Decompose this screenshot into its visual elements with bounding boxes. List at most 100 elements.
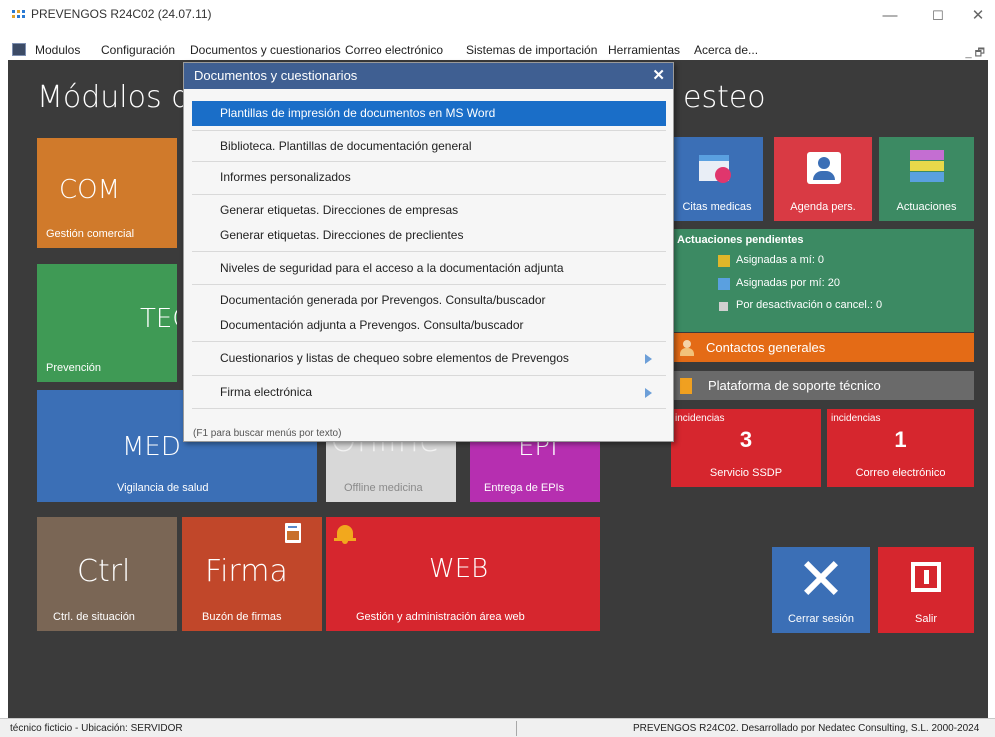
- tile-offline-caption: Offline medicina: [344, 482, 423, 494]
- status-divider: [516, 721, 517, 736]
- status-user-location: técnico ficticio - Ubicación: SERVIDOR: [10, 723, 183, 734]
- menu-item-e-signature-label: Firma electrónica: [220, 385, 313, 399]
- menu-item-labels-companies[interactable]: Generar etiquetas. Direcciones de empres…: [192, 198, 666, 223]
- menu-correo[interactable]: Correo electrónico: [345, 43, 443, 57]
- incidents-email-label: Correo electrónico: [855, 467, 946, 479]
- incidents-ssdp[interactable]: incidencias 3 Servicio SSDP: [671, 409, 821, 487]
- tile-web[interactable]: WEB Gestión y administración área web: [326, 517, 600, 631]
- tile-firma-caption: Buzón de firmas: [202, 611, 282, 623]
- dropdown-close-icon[interactable]: ✕: [652, 63, 665, 89]
- tile-ctrl-title: Ctrl: [77, 554, 131, 589]
- menu-separator: [192, 130, 666, 131]
- maximize-button[interactable]: ☐: [928, 6, 948, 26]
- tile-epi-caption: Entrega de EPIs: [484, 482, 565, 494]
- menu-item-security-levels[interactable]: Niveles de seguridad para el acceso a la…: [192, 256, 666, 281]
- menu-importacion[interactable]: Sistemas de importación: [466, 43, 597, 57]
- menu-configuracion[interactable]: Configuración: [101, 43, 175, 57]
- incidents-ssdp-header: incidencias: [675, 413, 725, 424]
- contacts-strip[interactable]: Contactos generales: [671, 333, 974, 362]
- tile-firma-title: Firma: [205, 554, 288, 589]
- support-label: Plataforma de soporte técnico: [708, 378, 881, 393]
- tile-agenda-caption: Agenda pers.: [790, 201, 856, 213]
- exit-button[interactable]: Salir: [878, 547, 974, 633]
- tile-citas-caption: Citas medicas: [682, 201, 752, 213]
- tile-citas[interactable]: Citas medicas: [671, 137, 763, 221]
- title-bar: PREVENGOS R24C02 (24.07.11) — ☐ ✕: [0, 0, 995, 40]
- menu-item-questionnaires-label: Cuestionarios y listas de chequeo sobre …: [220, 351, 569, 365]
- stop-square-icon: [719, 302, 728, 311]
- tile-actuaciones[interactable]: Actuaciones: [879, 137, 974, 221]
- menu-separator: [192, 341, 666, 342]
- menu-item-custom-reports[interactable]: Informes personalizados: [192, 165, 666, 190]
- tile-web-caption: Gestión y administración área web: [356, 611, 525, 623]
- tile-com[interactable]: COM Gestión comercial: [37, 138, 177, 248]
- dropdown-hint: (F1 para buscar menús por texto): [193, 428, 342, 439]
- menu-separator: [192, 251, 666, 252]
- menu-separator: [192, 194, 666, 195]
- menu-item-labels-preclients[interactable]: Generar etiquetas. Direcciones de precli…: [192, 223, 666, 248]
- tile-com-caption: Gestión comercial: [46, 228, 135, 240]
- tile-tec-caption: Prevención: [46, 362, 102, 374]
- menu-herramientas[interactable]: Herramientas: [608, 43, 680, 57]
- tile-ctrl[interactable]: Ctrl Ctrl. de situación: [37, 517, 177, 631]
- tile-actuaciones-caption: Actuaciones: [896, 201, 957, 213]
- bell-icon: [334, 523, 356, 545]
- assigned-by-me: Asignadas por mí: 20: [736, 277, 840, 289]
- tile-tec[interactable]: TEC Prevención: [37, 264, 177, 382]
- contacts-label: Contactos generales: [706, 340, 826, 355]
- menu-separator: [192, 284, 666, 285]
- submenu-arrow-icon: [645, 354, 652, 364]
- menu-separator: [192, 408, 666, 409]
- menu-item-attached-docs[interactable]: Documentación adjunta a Prevengos. Consu…: [192, 313, 666, 338]
- logout-caption: Cerrar sesión: [787, 613, 855, 625]
- incidents-email[interactable]: incidencias 1 Correo electrónico: [827, 409, 974, 487]
- menu-separator: [192, 161, 666, 162]
- menu-documentos[interactable]: Documentos y cuestionarios: [190, 43, 341, 57]
- contact-card-icon: [807, 152, 841, 184]
- tile-med-title: MED: [122, 432, 181, 462]
- tile-agenda[interactable]: Agenda pers.: [774, 137, 872, 221]
- incidents-ssdp-label: Servicio SSDP: [709, 467, 783, 479]
- tile-tec-title: TEC: [140, 304, 177, 334]
- inbox-down-icon: [718, 255, 730, 267]
- tile-com-title: COM: [59, 175, 121, 205]
- outbox-up-icon: [718, 278, 730, 290]
- tile-web-title: WEB: [429, 554, 489, 584]
- status-bar: técnico ficticio - Ubicación: SERVIDOR P…: [0, 718, 995, 737]
- pending-actions-panel[interactable]: Actuaciones pendientes Asignadas a mí: 0…: [671, 229, 974, 332]
- menu-item-library[interactable]: Biblioteca. Plantillas de documentación …: [192, 134, 666, 159]
- menu-bar: Modulos Configuración Documentos y cuest…: [0, 40, 995, 60]
- menu-item-questionnaires[interactable]: Cuestionarios y listas de chequeo sobre …: [192, 346, 666, 371]
- menu-modulos[interactable]: Modulos: [35, 43, 80, 57]
- dashboard-heading: esteo: [683, 80, 766, 115]
- menu-item-e-signature[interactable]: Firma electrónica: [192, 380, 666, 405]
- tile-med-caption: Vigilancia de salud: [117, 482, 209, 494]
- calendar-icon: [699, 155, 731, 183]
- status-copyright: PREVENGOS R24C02. Desarrollado por Nedat…: [633, 723, 980, 734]
- deactivated-count: Por desactivación o cancel.: 0: [736, 299, 883, 311]
- pending-actions-title: Actuaciones pendientes: [677, 234, 804, 246]
- minimize-button[interactable]: —: [880, 6, 900, 26]
- close-button[interactable]: ✕: [968, 6, 988, 26]
- submenu-arrow-icon: [645, 388, 652, 398]
- logout-button[interactable]: Cerrar sesión: [772, 547, 870, 633]
- menu-acerca[interactable]: Acerca de...: [694, 43, 758, 57]
- dropdown-header: Documentos y cuestionarios ✕: [184, 63, 673, 89]
- system-menu-icon[interactable]: [12, 43, 26, 56]
- incidents-ssdp-count: 3: [739, 427, 753, 452]
- checklist-icon: [910, 150, 944, 182]
- incidents-email-header: incidencias: [831, 413, 881, 424]
- app-icon: [12, 10, 26, 22]
- menu-item-word-templates[interactable]: Plantillas de impresión de documentos en…: [192, 101, 666, 126]
- documents-dropdown: Documentos y cuestionarios ✕ Plantillas …: [183, 62, 674, 442]
- exit-caption: Salir: [914, 613, 937, 625]
- incidents-email-count: 1: [894, 427, 907, 452]
- tile-firma[interactable]: Firma Buzón de firmas: [182, 517, 322, 631]
- close-x-icon: [803, 560, 839, 596]
- window-title: PREVENGOS R24C02 (24.07.11): [31, 7, 212, 21]
- assigned-to-me: Asignadas a mí: 0: [736, 254, 825, 266]
- exit-door-icon: [911, 562, 941, 592]
- support-strip[interactable]: Plataforma de soporte técnico: [671, 371, 974, 400]
- menu-item-generated-docs[interactable]: Documentación generada por Prevengos. Co…: [192, 288, 666, 313]
- person-icon: [680, 340, 694, 356]
